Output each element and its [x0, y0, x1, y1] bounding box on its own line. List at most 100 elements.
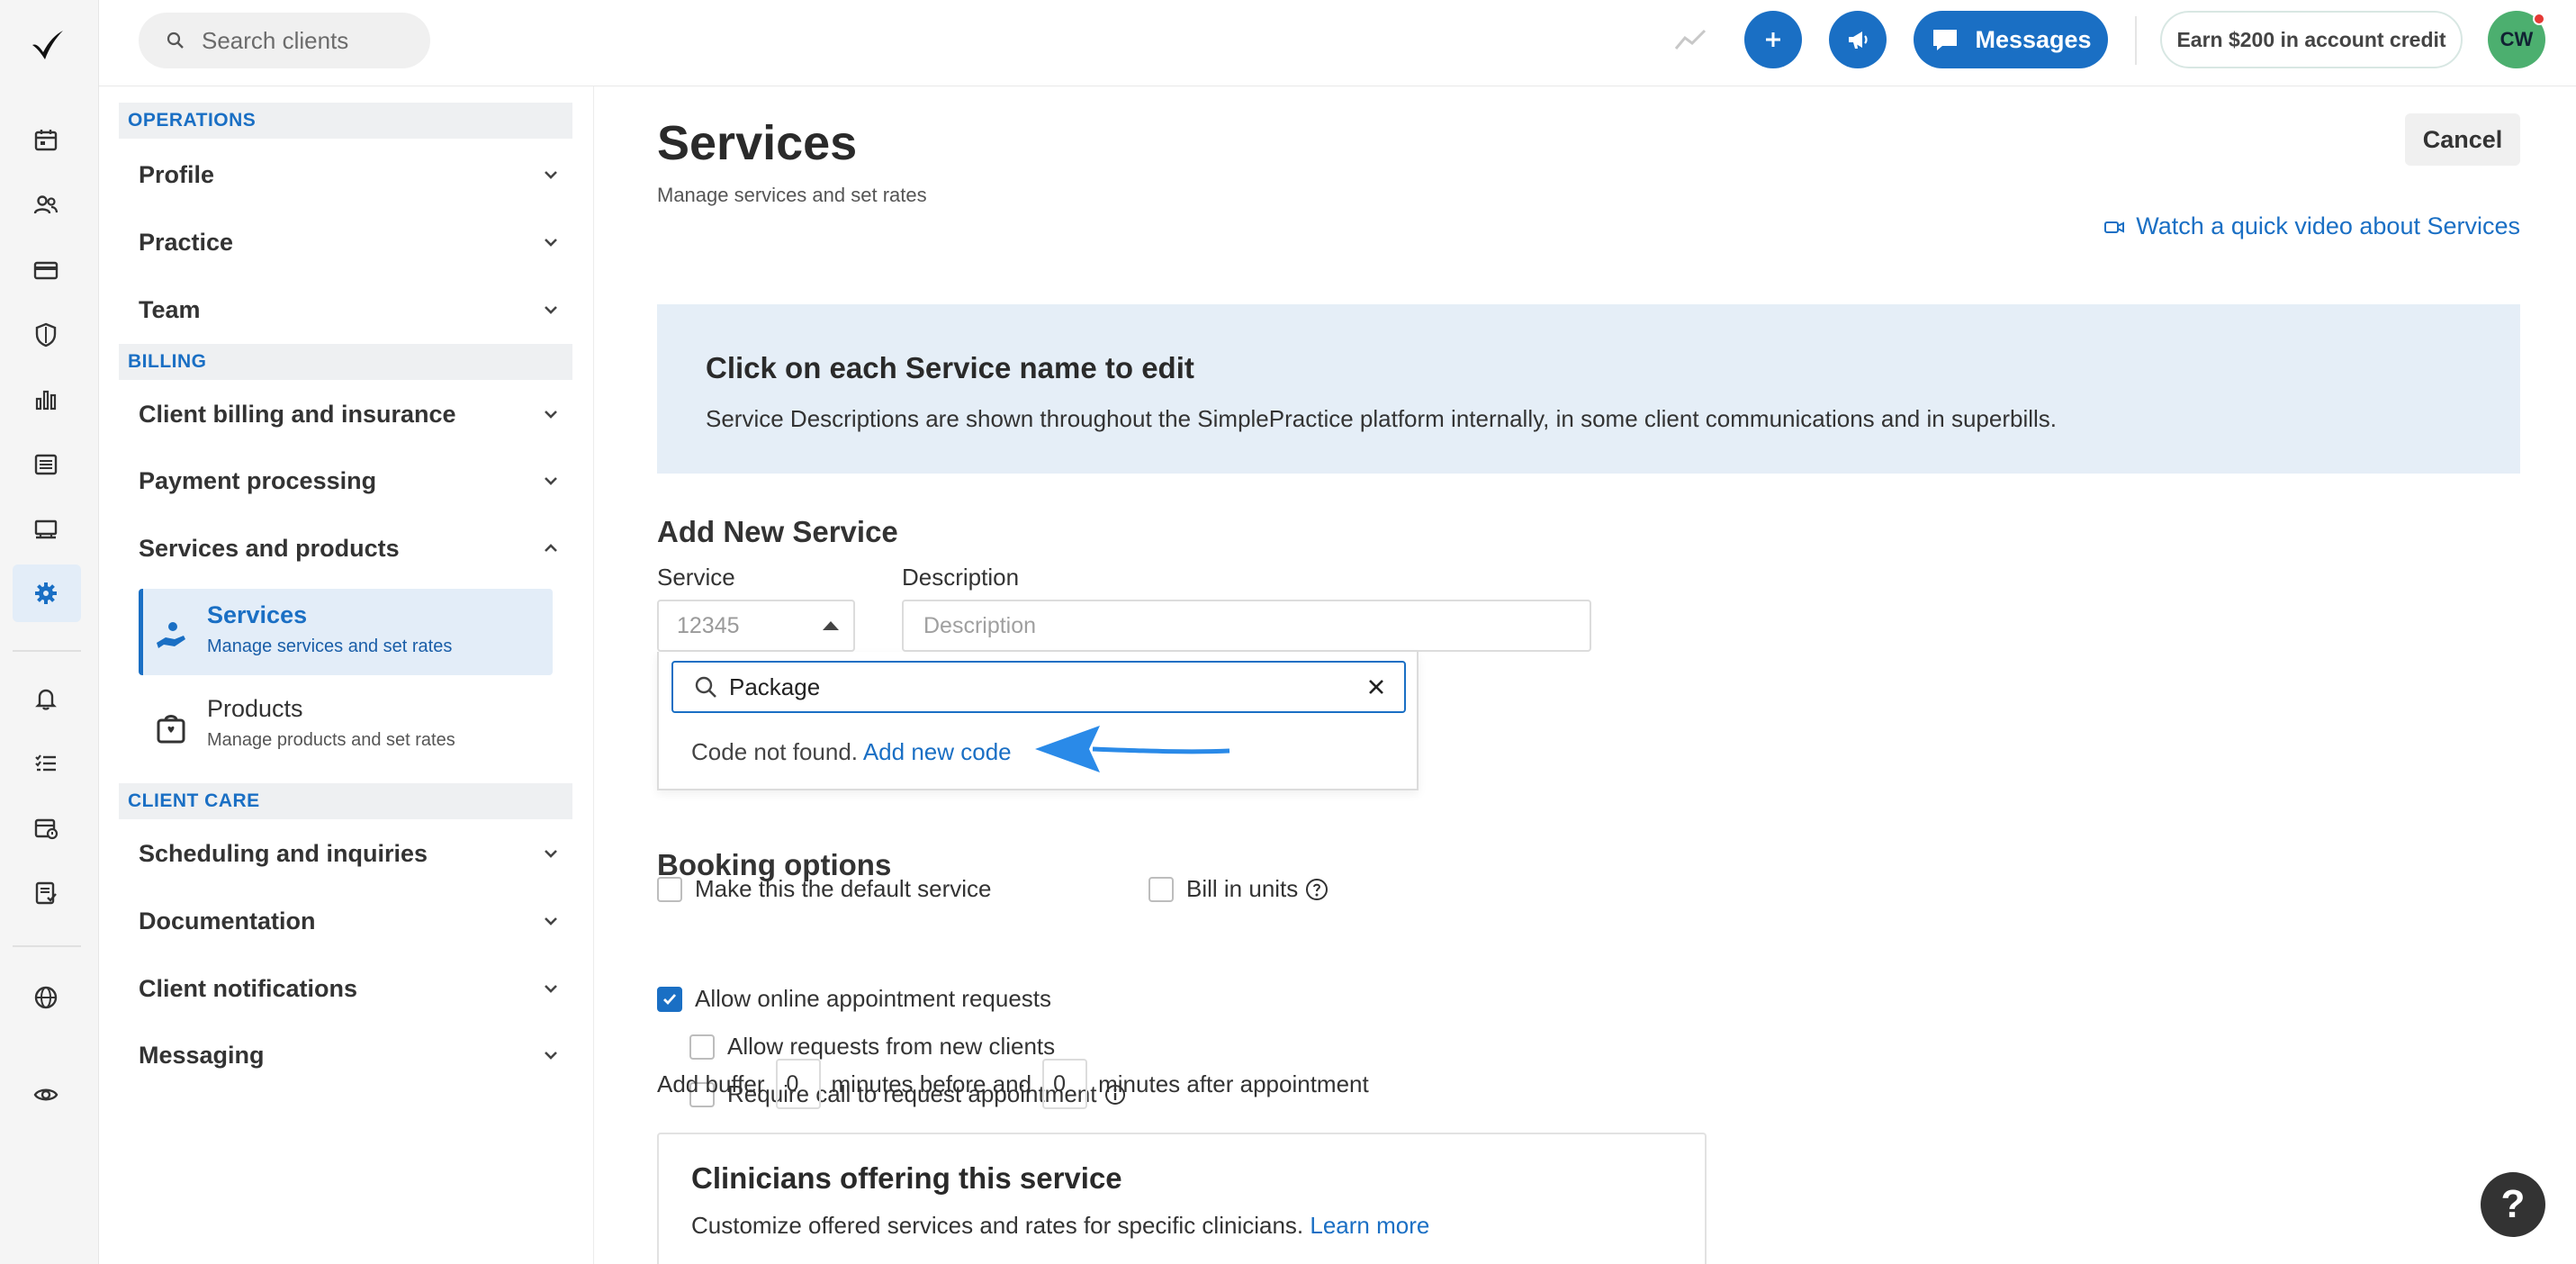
- chevron-up-icon: [545, 544, 557, 552]
- messages-button[interactable]: Messages: [1914, 11, 2108, 68]
- search-placeholder: Search clients: [202, 26, 349, 54]
- bill-in-units-label: Bill in units: [1186, 875, 1329, 903]
- megaphone-icon: [1849, 32, 1868, 49]
- messages-label: Messages: [1975, 25, 2092, 53]
- nav-item-label: Practice: [139, 228, 234, 256]
- avatar-initials: CW: [2499, 28, 2534, 50]
- booking-options-heading: Booking options: [657, 848, 892, 881]
- chevron-down-icon: [545, 411, 557, 419]
- nav-item-scheduling[interactable]: Scheduling and inquiries: [139, 826, 562, 880]
- nav-item-label: Messaging: [139, 1041, 265, 1069]
- service-code-select[interactable]: 12345: [657, 600, 855, 652]
- marketplace-icon[interactable]: [30, 513, 62, 546]
- activity-list-icon[interactable]: [30, 448, 62, 481]
- billing-card-icon[interactable]: [30, 254, 62, 286]
- watch-video-link[interactable]: Watch a quick video about Services: [2103, 212, 2520, 240]
- allow-online-requests-label: Allow online appointment requests: [695, 985, 1052, 1012]
- buffer-after-input[interactable]: 0: [1042, 1059, 1088, 1109]
- sub-item-services[interactable]: Services Manage services and set rates: [153, 601, 452, 657]
- nav-item-label: Client billing and insurance: [139, 400, 456, 428]
- description-label: Description: [902, 564, 1020, 591]
- not-found-text: Code not found.: [691, 738, 859, 765]
- chevron-down-icon: [545, 985, 557, 993]
- page-subtitle: Manage services and set rates: [657, 184, 927, 206]
- nav-item-client-billing[interactable]: Client billing and insurance: [139, 387, 562, 441]
- caret-up-icon: [823, 621, 839, 630]
- learn-more-link[interactable]: Learn more: [1310, 1212, 1429, 1239]
- announcements-button[interactable]: [1829, 11, 1887, 68]
- chevron-down-icon: [545, 477, 557, 485]
- description-input[interactable]: [902, 600, 1591, 652]
- chevron-down-icon: [545, 850, 557, 858]
- clinicians-panel: Clinicians offering this service Customi…: [657, 1133, 1707, 1264]
- checkmark-icon: [663, 994, 677, 1006]
- nav-item-label: Scheduling and inquiries: [139, 839, 428, 867]
- sub-item-label: Products: [207, 695, 303, 722]
- add-plus-button[interactable]: [1744, 11, 1802, 68]
- eye-icon[interactable]: [30, 1079, 62, 1111]
- nav-item-label: Documentation: [139, 907, 316, 934]
- appointment-requests-icon[interactable]: [30, 812, 62, 844]
- clients-icon[interactable]: [30, 189, 62, 221]
- nav-item-payment-processing[interactable]: Payment processing: [139, 454, 562, 508]
- service-label: Service: [657, 564, 735, 591]
- buffer-before-input[interactable]: 0: [775, 1059, 821, 1109]
- analytics-icon[interactable]: [30, 384, 62, 416]
- buffer-prefix: Add buffer: [657, 1070, 765, 1097]
- sub-item-label: Services: [207, 601, 308, 628]
- nav-item-client-notifications[interactable]: Client notifications: [139, 962, 562, 1016]
- nav-item-messaging[interactable]: Messaging: [139, 1028, 562, 1082]
- code-search-input[interactable]: Package: [671, 661, 1406, 713]
- notification-dot: [2533, 13, 2545, 25]
- cancel-button[interactable]: Cancel: [2405, 113, 2520, 166]
- nav-item-profile[interactable]: Profile: [139, 148, 562, 202]
- notifications-bell-icon[interactable]: [30, 682, 62, 715]
- nav-item-label: Profile: [139, 160, 215, 188]
- add-new-service-heading: Add New Service: [657, 515, 898, 548]
- rail-divider: [13, 945, 81, 947]
- chevron-down-icon: [545, 1052, 557, 1060]
- user-avatar[interactable]: CW: [2488, 11, 2545, 68]
- allow-online-requests-checkbox[interactable]: [657, 987, 682, 1012]
- help-button[interactable]: ?: [2481, 1172, 2545, 1237]
- earn-credit-button[interactable]: Earn $200 in account credit: [2160, 11, 2463, 68]
- chevron-down-icon: [545, 171, 557, 179]
- clinicians-body: Customize offered services and rates for…: [691, 1212, 1430, 1239]
- globe-icon[interactable]: [30, 981, 62, 1014]
- icon-rail: [0, 0, 99, 1264]
- documents-icon[interactable]: [30, 877, 62, 909]
- nav-item-team[interactable]: Team: [139, 283, 562, 337]
- page-title: Services: [657, 116, 858, 170]
- search-clients-input[interactable]: Search clients: [139, 13, 430, 68]
- calendar-icon[interactable]: [30, 124, 62, 157]
- section-heading-billing: BILLING: [119, 344, 572, 380]
- top-bar: Search clients Messages Earn $200 in acc…: [99, 0, 2576, 86]
- nav-item-practice[interactable]: Practice: [139, 215, 562, 269]
- trend-chart-icon[interactable]: [1671, 20, 1710, 59]
- video-link-label: Watch a quick video about Services: [2136, 212, 2520, 239]
- info-heading: Click on each Service name to edit: [706, 351, 1194, 384]
- nav-item-services-and-products[interactable]: Services and products: [139, 521, 562, 575]
- search-icon: [167, 32, 184, 49]
- nav-item-label: Team: [139, 295, 201, 323]
- chevron-down-icon: [545, 239, 557, 247]
- allow-new-clients-checkbox[interactable]: [689, 1034, 715, 1060]
- clear-close-icon[interactable]: [1366, 677, 1386, 697]
- hand-care-icon: [157, 622, 185, 648]
- tasks-icon[interactable]: [30, 747, 62, 780]
- brand-logo[interactable]: [27, 25, 67, 65]
- bill-in-units-checkbox[interactable]: [1148, 877, 1174, 902]
- video-camera-icon: [2104, 221, 2125, 233]
- sub-item-desc: Manage products and set rates: [207, 730, 455, 750]
- settings-gear-icon[interactable]: [30, 577, 62, 609]
- nav-item-documentation[interactable]: Documentation: [139, 894, 562, 948]
- insurance-shield-icon[interactable]: [30, 319, 62, 351]
- help-circle-icon[interactable]: [1305, 878, 1329, 901]
- settings-sidebar: OPERATIONS Profile Practice Team BILLING…: [99, 86, 594, 1264]
- info-banner: Click on each Service name to edit Servi…: [657, 304, 2520, 474]
- sub-item-products[interactable]: Products Manage products and set rates: [153, 695, 455, 751]
- sub-item-desc: Manage services and set rates: [207, 637, 453, 656]
- clinicians-heading: Clinicians offering this service: [691, 1161, 1122, 1195]
- add-new-code-link[interactable]: Add new code: [863, 738, 1012, 765]
- nav-item-label: Client notifications: [139, 974, 357, 1002]
